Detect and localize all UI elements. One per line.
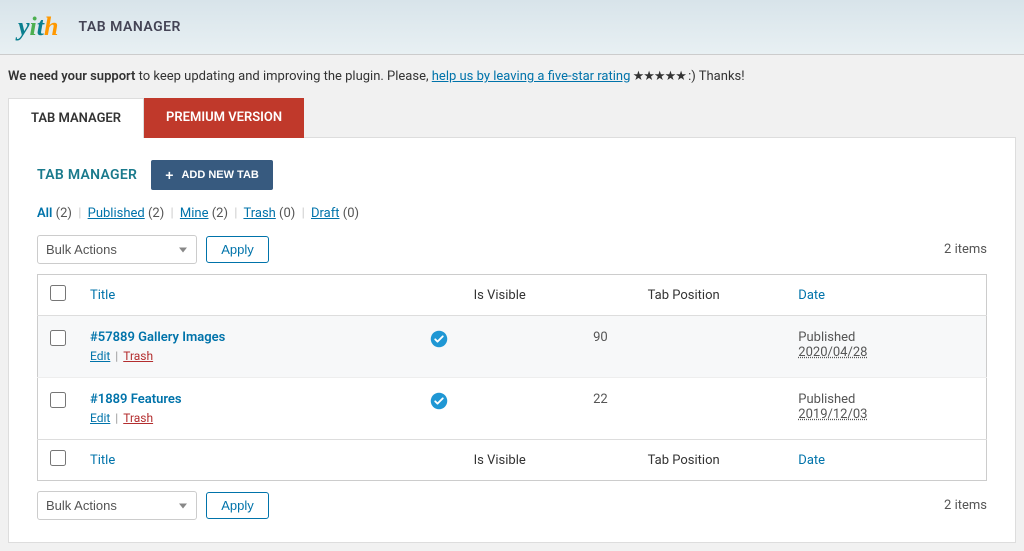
add-new-tab-button[interactable]: + ADD NEW TAB [151, 160, 273, 190]
col-title-foot[interactable]: Title [78, 440, 418, 481]
check-icon [430, 399, 448, 414]
page-title: TAB MANAGER [78, 19, 180, 35]
star-icons: ★★★★★ [630, 69, 688, 84]
bulk-actions-select-bottom[interactable]: Bulk Actions [37, 491, 197, 520]
row-title-link[interactable]: #57889 Gallery Images [90, 330, 225, 345]
tab-manager[interactable]: TAB MANAGER [8, 98, 144, 138]
check-icon [430, 337, 448, 352]
table-row: #57889 Gallery Images Edit | Trash 90 Pu… [38, 316, 987, 378]
select-all-top[interactable] [50, 285, 66, 301]
tabs-table: Title Is Visible Tab Position Date #5788… [37, 274, 987, 481]
apply-button-top[interactable]: Apply [206, 236, 269, 263]
row-position: 22 [581, 378, 786, 440]
row-checkbox[interactable] [50, 330, 66, 346]
logo: yith [18, 12, 58, 42]
tablenav-top: Bulk Actions Apply 2 items [37, 235, 987, 264]
col-date-head[interactable]: Date [786, 275, 986, 316]
row-checkbox[interactable] [50, 392, 66, 408]
col-visible-head: Is Visible [418, 275, 581, 316]
item-count-bottom: 2 items [944, 498, 987, 513]
col-visible-foot: Is Visible [418, 440, 581, 481]
bulk-actions-select[interactable]: Bulk Actions [37, 235, 197, 264]
tab-nav: TAB MANAGER PREMIUM VERSION [8, 98, 1016, 138]
support-notice: We need your support to keep updating an… [0, 55, 1024, 98]
filter-links: All (2) | Published (2) | Mine (2) | Tra… [37, 206, 987, 221]
plus-icon: + [165, 167, 173, 183]
row-date: 2020/04/28 [798, 345, 867, 360]
row-status: Published [798, 392, 855, 407]
row-edit-link[interactable]: Edit [90, 411, 110, 425]
panel-heading: TAB MANAGER [37, 167, 137, 183]
filter-all[interactable]: All [37, 206, 52, 221]
table-row: #1889 Features Edit | Trash 22 Published [38, 378, 987, 440]
row-status: Published [798, 330, 855, 345]
tab-premium[interactable]: PREMIUM VERSION [144, 98, 304, 138]
row-date: 2019/12/03 [798, 407, 867, 422]
col-date-foot[interactable]: Date [786, 440, 986, 481]
col-title-head[interactable]: Title [78, 275, 418, 316]
apply-button-bottom[interactable]: Apply [206, 492, 269, 519]
row-position: 90 [581, 316, 786, 378]
row-title-link[interactable]: #1889 Features [90, 392, 182, 407]
select-all-bottom[interactable] [50, 450, 66, 466]
filter-draft[interactable]: Draft [311, 206, 340, 221]
col-position-head: Tab Position [581, 275, 786, 316]
support-bold: We need your support [8, 69, 135, 84]
filter-trash[interactable]: Trash [243, 206, 275, 221]
item-count-top: 2 items [944, 242, 987, 257]
col-position-foot: Tab Position [581, 440, 786, 481]
main-panel: TAB MANAGER + ADD NEW TAB All (2) | Publ… [8, 137, 1016, 543]
row-trash-link[interactable]: Trash [123, 411, 153, 425]
filter-mine[interactable]: Mine [180, 206, 209, 221]
filter-published[interactable]: Published [88, 206, 145, 221]
header-bar: yith TAB MANAGER [0, 0, 1024, 55]
tablenav-bottom: Bulk Actions Apply 2 items [37, 491, 987, 520]
row-trash-link[interactable]: Trash [123, 349, 153, 363]
rating-link[interactable]: help us by leaving a five-star rating [432, 69, 631, 84]
row-edit-link[interactable]: Edit [90, 349, 110, 363]
